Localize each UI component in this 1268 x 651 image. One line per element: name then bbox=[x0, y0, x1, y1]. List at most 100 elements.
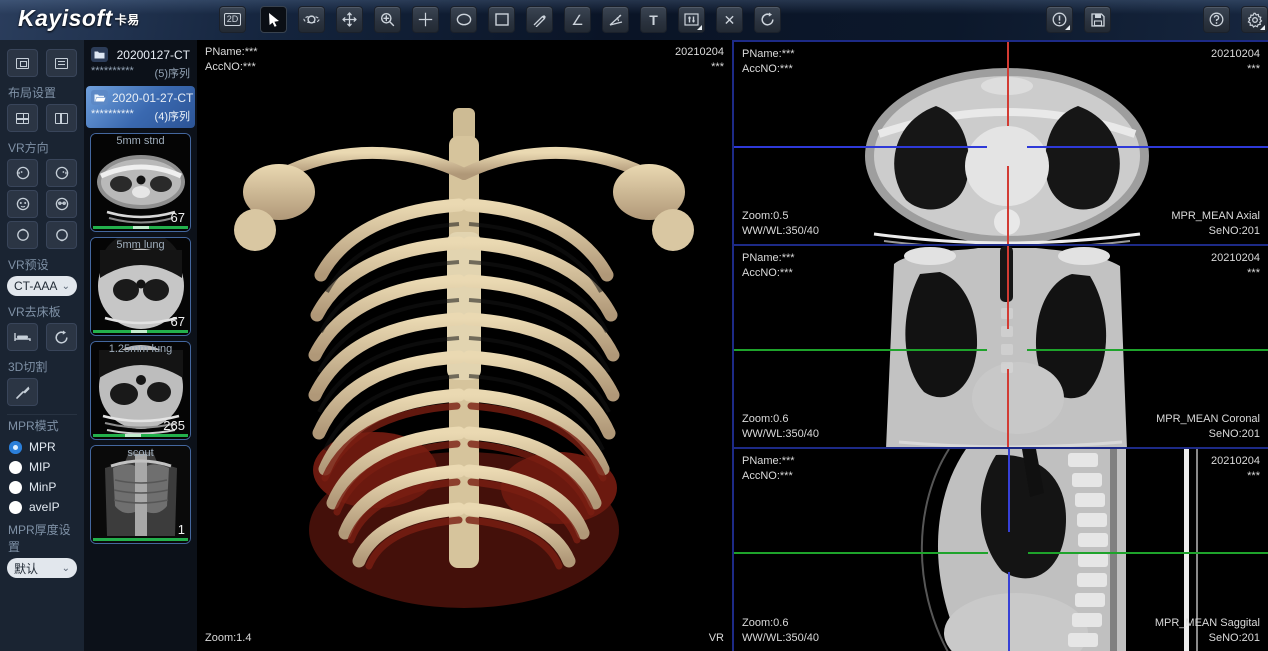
logo-text: Kayisoft bbox=[18, 5, 113, 31]
thumbnail-progress-bar[interactable] bbox=[93, 226, 188, 229]
vr-preset-label: VR预设 bbox=[8, 256, 77, 273]
toolbar-right-group2 bbox=[1203, 6, 1268, 33]
mpr-mode-option-aveip[interactable]: aveIP bbox=[9, 500, 77, 514]
series-thumbnail-5mm-stnd[interactable]: 5mm stnd 67 bbox=[90, 133, 191, 232]
mpr-mode-option-minp[interactable]: MinP bbox=[9, 480, 77, 494]
axial-hline-left[interactable] bbox=[734, 146, 987, 148]
layout-grid-button[interactable] bbox=[7, 104, 38, 132]
series-thumbnail-5mm-lung[interactable]: 5mm lung 67 bbox=[90, 237, 191, 336]
head-top-icon bbox=[15, 227, 31, 243]
scalpel-icon bbox=[15, 384, 31, 400]
view-mode-2d-button[interactable]: 2D bbox=[219, 6, 246, 33]
cobb-angle-icon bbox=[608, 13, 624, 27]
thumbnail-progress-bar[interactable] bbox=[93, 538, 188, 541]
radio-icon bbox=[9, 481, 22, 494]
vr-face-front-button[interactable] bbox=[7, 190, 38, 218]
rotate-3d-tool-button[interactable] bbox=[298, 6, 325, 33]
about-button[interactable] bbox=[1046, 6, 1073, 33]
thumbnail-progress-bar[interactable] bbox=[93, 330, 188, 333]
study-item-20200127[interactable]: 20200127-CT ********** (5)序列 bbox=[86, 43, 195, 85]
sagittal-patient-overlay: PName:*** AccNO:*** bbox=[742, 454, 795, 484]
coronal-hline-right[interactable] bbox=[1027, 349, 1268, 351]
settings-button[interactable] bbox=[1241, 6, 1268, 33]
coronal-view-label: MPR_MEAN Coronal bbox=[1156, 412, 1260, 427]
mpr-mode-option-mip[interactable]: MIP bbox=[9, 460, 77, 474]
gear-icon bbox=[1247, 12, 1263, 28]
progress-position bbox=[125, 434, 141, 437]
mpr-thickness-value: 默认 bbox=[14, 560, 38, 577]
viewport-vr[interactable]: PName:*** AccNO:*** 20210204 *** Zoom:1.… bbox=[197, 40, 732, 651]
sagittal-study-overlay: 20210204 *** bbox=[1211, 454, 1260, 484]
layout-list-button[interactable] bbox=[46, 49, 77, 77]
mpr-thickness-dropdown[interactable]: 默认 ⌄ bbox=[7, 558, 77, 578]
study-patient-masked: ********** bbox=[91, 65, 134, 81]
info-icon bbox=[1052, 12, 1067, 27]
pan-tool-button[interactable] bbox=[336, 6, 363, 33]
reset-button[interactable] bbox=[754, 6, 781, 33]
locate-tool-button[interactable] bbox=[412, 6, 439, 33]
axial-hline-right[interactable] bbox=[1027, 146, 1268, 148]
viewport-axial[interactable]: PName:*** AccNO:*** 20210204 *** Zoom:0.… bbox=[734, 40, 1268, 244]
cut3d-label: 3D切割 bbox=[8, 358, 77, 375]
head-bottom-icon bbox=[54, 227, 70, 243]
ellipse-roi-button[interactable] bbox=[450, 6, 477, 33]
rectangle-icon bbox=[495, 13, 509, 26]
save-button[interactable] bbox=[1084, 6, 1111, 33]
series-thumbnail-1-25mm-lung[interactable]: 1.25mm lung 265 bbox=[90, 341, 191, 440]
viewport-sagittal[interactable]: PName:*** AccNO:*** 20210204 *** Zoom:0.… bbox=[734, 447, 1268, 651]
coronal-seno: SeNO:201 bbox=[1156, 427, 1260, 442]
vr-head-bottom-button[interactable] bbox=[46, 221, 77, 249]
crosshair-icon bbox=[418, 12, 433, 27]
length-measure-button[interactable] bbox=[526, 6, 553, 33]
remove-bed-button[interactable] bbox=[7, 323, 38, 351]
coronal-patient-overlay: PName:*** AccNO:*** bbox=[742, 251, 795, 281]
axial-vline-bottom[interactable] bbox=[1007, 166, 1009, 244]
thumbnail-label: scout bbox=[91, 447, 190, 459]
sagittal-vline-top[interactable] bbox=[1008, 449, 1010, 532]
coronal-accno: AccNO:*** bbox=[742, 266, 795, 281]
layout-leftcol-button[interactable] bbox=[46, 104, 77, 132]
main-toolbar: 2D bbox=[219, 6, 781, 33]
angle-measure-button[interactable]: ∠ bbox=[564, 6, 591, 33]
zoom-tool-button[interactable] bbox=[374, 6, 401, 33]
mpr-mode-option-mpr[interactable]: MPR bbox=[9, 440, 77, 454]
series-thumbnail-scout[interactable]: scout 1 bbox=[90, 445, 191, 544]
window-level-button[interactable] bbox=[678, 6, 705, 33]
study-item-2020-01-27[interactable]: 2020-01-27-CT ********** (4)序列 bbox=[86, 86, 195, 128]
app-logo: Kayisoft卡易 bbox=[18, 5, 140, 32]
vr-face-back-button[interactable] bbox=[46, 190, 77, 218]
layout-single-button[interactable] bbox=[7, 49, 38, 77]
vr-patient-overlay: PName:*** AccNO:*** bbox=[205, 45, 258, 75]
sagittal-hline-left[interactable] bbox=[734, 552, 988, 554]
vr-head-left-button[interactable] bbox=[7, 159, 38, 187]
vr-head-top-button[interactable] bbox=[7, 221, 38, 249]
help-button[interactable] bbox=[1203, 6, 1230, 33]
rect-roi-button[interactable] bbox=[488, 6, 515, 33]
bed-reset-button[interactable] bbox=[46, 323, 77, 351]
coronal-vline-top[interactable] bbox=[1007, 246, 1009, 329]
scalpel-button[interactable] bbox=[7, 378, 38, 406]
sagittal-zoom: Zoom:0.6 bbox=[742, 616, 819, 631]
coronal-date: 20210204 bbox=[1211, 251, 1260, 266]
progress-position bbox=[133, 226, 149, 229]
coronal-wwwl: WW/WL:350/40 bbox=[742, 427, 819, 442]
thumbnail-progress-bar[interactable] bbox=[93, 434, 188, 437]
pencil-measure-icon bbox=[532, 12, 547, 27]
bed-icon bbox=[14, 330, 31, 344]
sagittal-hline-right[interactable] bbox=[1028, 552, 1268, 554]
2d-mode-icon: 2D bbox=[224, 13, 242, 26]
coronal-vline-bottom[interactable] bbox=[1007, 369, 1009, 448]
delete-annotation-button[interactable]: ✕ bbox=[716, 6, 743, 33]
vr-preset-dropdown[interactable]: CT-AAA ⌄ bbox=[7, 276, 77, 296]
mpr-thickness-label: MPR厚度设置 bbox=[8, 521, 77, 555]
viewport-coronal[interactable]: PName:*** AccNO:*** 20210204 *** Zoom:0.… bbox=[734, 244, 1268, 448]
coronal-hline-left[interactable] bbox=[734, 349, 987, 351]
vr-head-right-button[interactable] bbox=[46, 159, 77, 187]
sagittal-vline-bottom[interactable] bbox=[1008, 572, 1010, 651]
axial-vline-top[interactable] bbox=[1007, 42, 1009, 126]
pointer-tool-button[interactable] bbox=[260, 6, 287, 33]
study-title: 20200127-CT bbox=[112, 48, 190, 62]
reset-circle-icon bbox=[54, 330, 69, 345]
text-annotation-button[interactable]: T bbox=[640, 6, 667, 33]
cobb-angle-button[interactable] bbox=[602, 6, 629, 33]
